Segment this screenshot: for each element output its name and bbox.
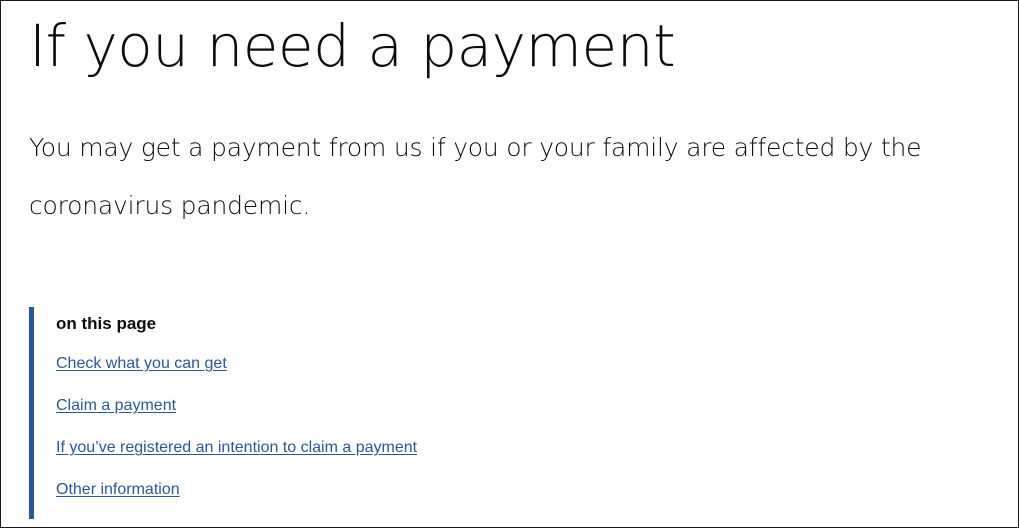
- page-title: If you need a payment: [29, 12, 676, 80]
- claim-a-payment-link[interactable]: Claim a payment: [56, 397, 176, 414]
- on-this-page-list: Check what you can get Claim a payment I…: [56, 353, 629, 521]
- registered-intention-link[interactable]: If you’ve registered an intention to cla…: [56, 439, 417, 456]
- list-item: Claim a payment: [56, 395, 629, 437]
- page-frame: If you need a payment You may get a paym…: [0, 0, 1019, 528]
- list-item: If you’ve registered an intention to cla…: [56, 437, 629, 479]
- other-information-link[interactable]: Other information: [56, 481, 180, 498]
- page-lede: You may get a payment from us if you or …: [29, 133, 922, 220]
- list-item: Other information: [56, 479, 629, 521]
- on-this-page-nav: on this page Check what you can get Clai…: [29, 307, 629, 519]
- check-what-you-can-get-link[interactable]: Check what you can get: [56, 355, 227, 372]
- list-item: Check what you can get: [56, 353, 629, 395]
- on-this-page-heading: on this page: [56, 314, 157, 333]
